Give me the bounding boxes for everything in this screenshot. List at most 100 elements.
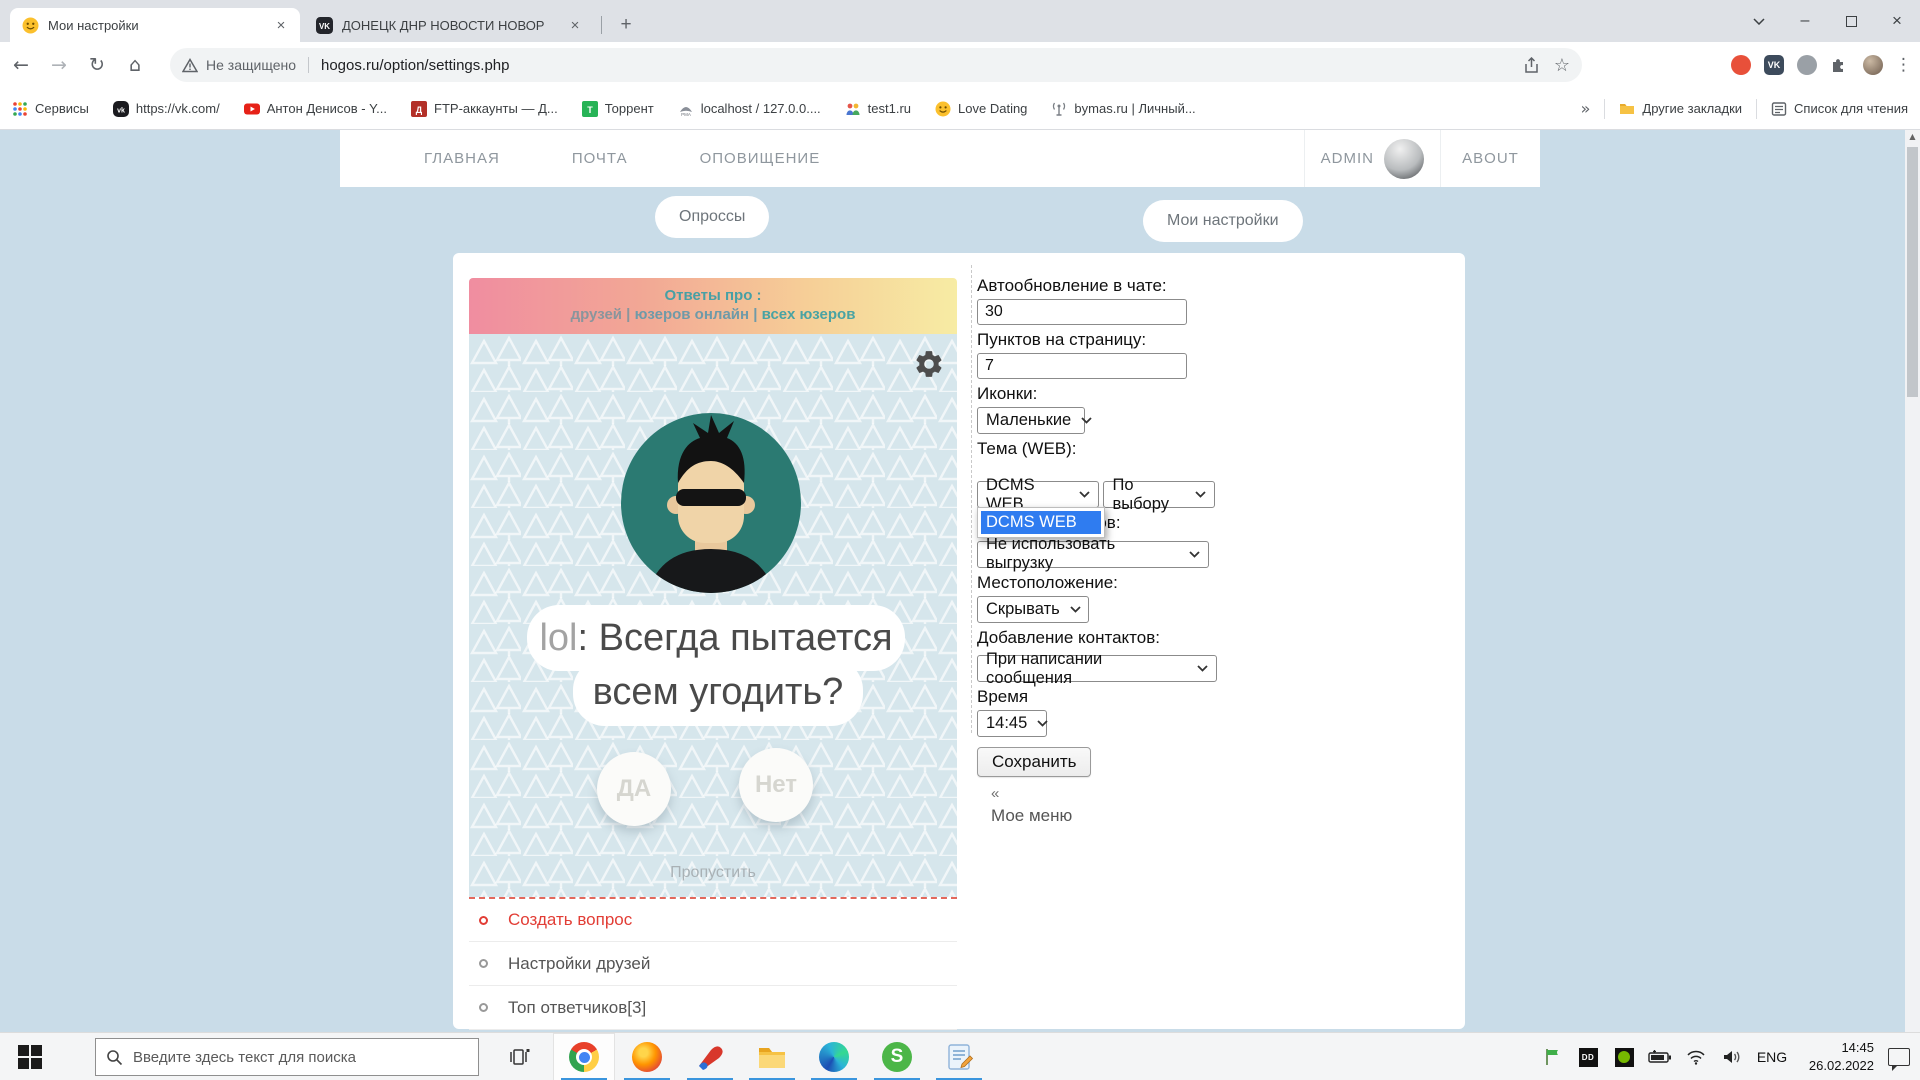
share-icon[interactable] — [1523, 57, 1540, 74]
about-link[interactable]: ABOUT — [1440, 130, 1540, 187]
language-indicator[interactable]: ENG — [1750, 1049, 1794, 1065]
tab-polls[interactable]: Опроссы — [655, 196, 769, 238]
taskbar-notepad[interactable] — [928, 1033, 990, 1080]
window-controls: – × — [1736, 0, 1920, 42]
home-icon[interactable]: ⌂ — [118, 48, 152, 82]
save-button[interactable]: Сохранить — [977, 747, 1091, 777]
browser-tab-settings[interactable]: Мои настройки × — [10, 8, 300, 42]
icons-select[interactable]: Маленькие — [977, 407, 1085, 434]
tab-close-icon[interactable]: × — [566, 16, 584, 34]
profile-avatar-icon[interactable] — [1863, 55, 1883, 75]
vk-extension-icon[interactable]: VK — [1763, 54, 1785, 76]
nav-item-mail[interactable]: ПОЧТА — [572, 150, 628, 167]
taskbar-chrome[interactable] — [553, 1033, 615, 1080]
taskbar-firefox[interactable] — [616, 1033, 678, 1080]
scrollbar-thumb[interactable] — [1907, 147, 1918, 397]
start-button[interactable] — [18, 1045, 42, 1069]
contacts-select[interactable]: При написании сообщения — [977, 655, 1217, 682]
skype-icon: S — [882, 1042, 912, 1072]
theme-wap-select[interactable]: По выбору — [1103, 481, 1215, 508]
upload-select[interactable]: Не использовать выгрузку — [977, 541, 1209, 568]
bookmark-love-dating[interactable]: Love Dating — [935, 101, 1027, 117]
svg-text:PMA: PMA — [681, 112, 691, 117]
bookmarks-bar: Сервисы vk https://vk.com/ Антон Денисов… — [0, 88, 1920, 130]
browser-tab-news[interactable]: VK ДОНЕЦК ДНР НОВОСТИ НОВОР × — [304, 8, 594, 42]
task-view-icon[interactable] — [498, 1033, 542, 1080]
answer-no-button[interactable]: Нет — [739, 748, 813, 822]
taskbar-search[interactable] — [95, 1038, 479, 1076]
gray-extension-icon[interactable] — [1797, 55, 1817, 75]
bookmark-bymas[interactable]: bymas.ru | Личный... — [1051, 101, 1195, 117]
top-responders-link[interactable]: Топ ответчиков[3] — [469, 985, 957, 1029]
my-menu-link[interactable]: Мое меню — [991, 806, 1447, 826]
autorefresh-input[interactable] — [977, 299, 1187, 325]
bookmark-ftp[interactable]: Д FTP-аккаунты — Д... — [411, 101, 558, 117]
skip-link[interactable]: Пропустить — [469, 864, 957, 882]
gear-icon[interactable] — [913, 348, 945, 380]
banner-filter-all[interactable]: всех юзеров — [762, 306, 856, 323]
dolby-icon[interactable]: DD — [1570, 1033, 1606, 1080]
puzzle-icon[interactable] — [1829, 54, 1851, 76]
bookmark-youtube[interactable]: Антон Денисов - Y... — [244, 101, 387, 117]
reload-icon[interactable]: ↻ — [80, 48, 114, 82]
per-page-input[interactable] — [977, 353, 1187, 379]
user-menu[interactable]: ADMIN — [1304, 130, 1440, 187]
maximize-button[interactable] — [1828, 0, 1874, 42]
chevron-down-icon[interactable] — [1736, 0, 1782, 42]
bookmark-vk[interactable]: vk https://vk.com/ — [113, 101, 220, 117]
paint-app-icon — [695, 1042, 725, 1072]
tab-close-icon[interactable]: × — [272, 16, 290, 34]
banner-title: Ответы про : — [469, 287, 957, 304]
adblock-extension-icon[interactable] — [1731, 55, 1751, 75]
security-label: Не защищено — [206, 57, 309, 73]
taskbar-skype[interactable]: S — [866, 1033, 928, 1080]
bookmark-test1[interactable]: test1.ru — [845, 101, 911, 117]
browser-menu-icon[interactable]: ⋮ — [1895, 55, 1912, 75]
user-avatar[interactable] — [1384, 139, 1424, 179]
banner-filter-friends[interactable]: друзей | — [571, 306, 631, 323]
bookmarks-overflow-icon[interactable]: » — [1581, 99, 1591, 118]
back-icon[interactable]: ← — [4, 48, 38, 82]
notification-icon[interactable] — [1888, 1048, 1910, 1066]
poll-links: Создать вопрос Настройки друзей Топ отве… — [469, 897, 957, 1030]
back-link[interactable]: « — [991, 785, 1447, 802]
clock[interactable]: 14:45 26.02.2022 — [1794, 1039, 1874, 1074]
search-input[interactable] — [133, 1049, 453, 1066]
nvidia-icon[interactable] — [1606, 1033, 1642, 1080]
reading-list-button[interactable]: Список для чтения — [1771, 101, 1908, 117]
theme-dropdown-option[interactable]: DCMS WEB — [981, 511, 1101, 534]
bookmark-star-icon[interactable]: ☆ — [1554, 55, 1570, 76]
scroll-up-icon[interactable]: ▲ — [1905, 132, 1920, 141]
theme-web-select[interactable]: DCMS WEB — [977, 481, 1099, 508]
bookmark-services[interactable]: Сервисы — [12, 101, 89, 117]
close-window-button[interactable]: × — [1874, 0, 1920, 42]
tab-my-settings[interactable]: Мои настройки — [1143, 200, 1303, 242]
nav-item-main[interactable]: ГЛАВНАЯ — [424, 150, 500, 167]
battery-icon[interactable] — [1642, 1033, 1678, 1080]
forward-icon[interactable]: → — [42, 48, 76, 82]
time-select[interactable]: 14:45 — [977, 710, 1047, 737]
flag-icon[interactable] — [1534, 1033, 1570, 1080]
taskbar-paint-app[interactable] — [679, 1033, 741, 1080]
wifi-icon[interactable] — [1678, 1033, 1714, 1080]
minimize-button[interactable]: – — [1782, 0, 1828, 42]
page-viewport: ГЛАВНАЯ ПОЧТА ОПОВИЩЕНИЕ ADMIN ABOUT Опр… — [0, 130, 1920, 1032]
friends-settings-link[interactable]: Настройки друзей — [469, 941, 957, 985]
location-select[interactable]: Скрывать — [977, 596, 1089, 623]
bookmark-torrent[interactable]: T Торрент — [582, 101, 654, 117]
new-tab-button[interactable]: + — [612, 11, 640, 39]
bullet-icon — [479, 916, 488, 925]
bookmark-localhost[interactable]: PMA localhost / 127.0.0.... — [678, 101, 821, 117]
taskbar-edge[interactable] — [803, 1033, 865, 1080]
taskbar-explorer[interactable] — [741, 1033, 803, 1080]
nav-item-notifications[interactable]: ОПОВИЩЕНИЕ — [700, 150, 821, 167]
volume-icon[interactable] — [1714, 1033, 1750, 1080]
banner-filter-online[interactable]: юзеров онлайн | — [635, 306, 758, 323]
address-bar[interactable]: Не защищено hogos.ru/option/settings.php… — [170, 48, 1582, 82]
answer-yes-button[interactable]: ДА — [597, 752, 671, 826]
separator — [1756, 99, 1757, 119]
page-scrollbar[interactable]: ▲ — [1905, 130, 1920, 1032]
other-bookmarks-button[interactable]: Другие закладки — [1619, 101, 1742, 117]
create-question-link[interactable]: Создать вопрос — [469, 897, 957, 941]
question-text-line2: всем угодить? — [573, 658, 863, 726]
